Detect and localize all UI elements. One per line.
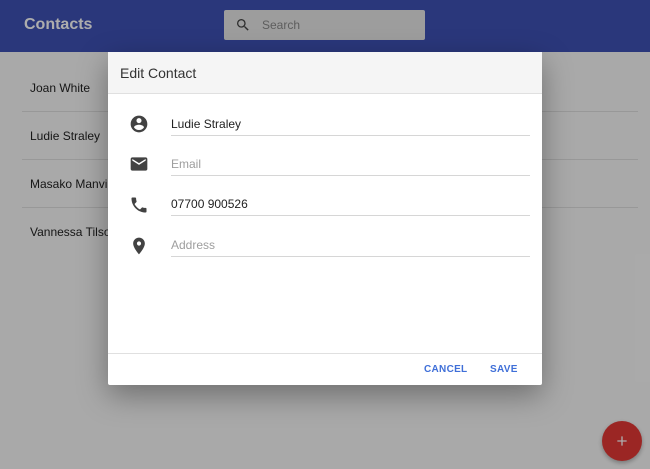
cancel-button[interactable]: CANCEL — [424, 364, 467, 375]
email-field[interactable] — [171, 152, 530, 176]
dialog-header: Edit Contact — [108, 52, 542, 94]
location-pin-icon — [133, 237, 145, 255]
save-button[interactable]: SAVE — [490, 364, 518, 375]
name-field[interactable] — [171, 112, 530, 136]
edit-contact-dialog: Edit Contact CANCEL SAVE — [108, 52, 542, 385]
dialog-footer: CANCEL SAVE — [108, 353, 542, 385]
email-icon — [130, 157, 148, 171]
phone-icon — [131, 197, 147, 213]
phone-field[interactable] — [171, 192, 530, 216]
account-circle-icon — [130, 115, 148, 133]
dialog-title: Edit Contact — [120, 65, 197, 81]
address-field[interactable] — [171, 233, 530, 257]
